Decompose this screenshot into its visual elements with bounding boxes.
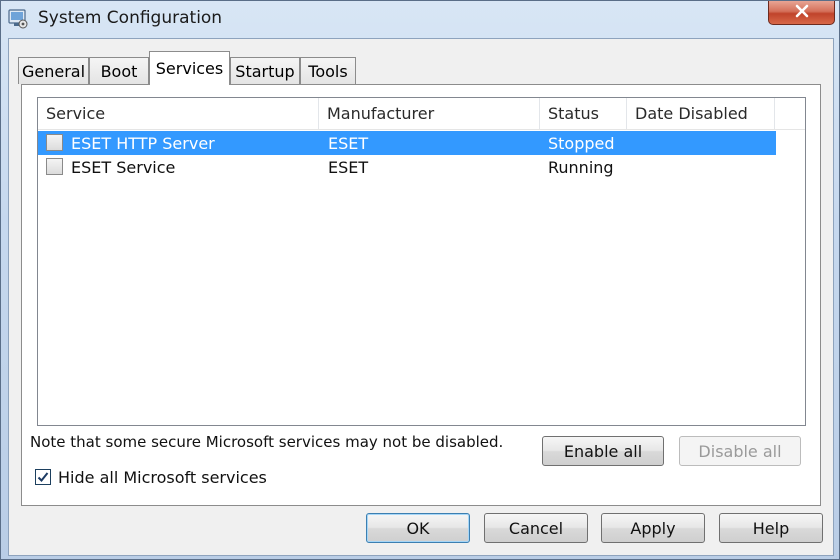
title-bar[interactable]: System Configuration [1,1,839,37]
dialog-client-area: General Boot Services Startup Tools Serv… [8,38,834,556]
tab-general[interactable]: General [18,57,89,84]
column-header-date-disabled[interactable]: Date Disabled [627,98,775,129]
msconfig-app-icon [7,8,29,30]
column-header-service[interactable]: Service [38,98,319,129]
tab-services[interactable]: Services [149,51,230,85]
window-title: System Configuration [38,8,223,28]
column-header-status[interactable]: Status [540,98,627,129]
hide-microsoft-services-label: Hide all Microsoft services [58,467,267,487]
tab-tools[interactable]: Tools [300,57,356,84]
tab-startup[interactable]: Startup [230,57,300,84]
service-status: Stopped [548,133,615,153]
close-button[interactable] [768,1,835,25]
service-manufacturer: ESET [328,157,369,177]
service-name: ESET HTTP Server [71,133,215,153]
service-checkbox[interactable] [46,134,63,151]
hide-microsoft-services-option[interactable]: Hide all Microsoft services [35,467,267,487]
disable-all-button[interactable]: Disable all [679,436,801,466]
column-header-manufacturer[interactable]: Manufacturer [319,98,540,129]
enable-all-button[interactable]: Enable all [542,436,664,466]
services-list-header: Service Manufacturer Status Date Disable… [38,98,805,130]
apply-button[interactable]: Apply [601,513,705,543]
services-list[interactable]: Service Manufacturer Status Date Disable… [37,97,806,426]
ok-button[interactable]: OK [366,513,470,543]
checkmark-icon [37,472,49,482]
system-configuration-window: System Configuration General Boot Servic… [0,0,840,560]
service-manufacturer: ESET [328,133,369,153]
table-row[interactable]: ESET Service ESET Running [38,155,776,179]
close-icon [794,3,810,22]
cancel-button[interactable]: Cancel [484,513,588,543]
service-status: Running [548,157,614,177]
service-checkbox[interactable] [46,158,63,175]
service-name: ESET Service [71,157,176,177]
help-button[interactable]: Help [719,513,823,543]
tab-boot[interactable]: Boot [89,57,149,84]
secure-services-note: Note that some secure Microsoft services… [30,433,504,451]
hide-microsoft-services-checkbox[interactable] [35,469,51,485]
table-row[interactable]: ESET HTTP Server ESET Stopped [38,131,776,155]
